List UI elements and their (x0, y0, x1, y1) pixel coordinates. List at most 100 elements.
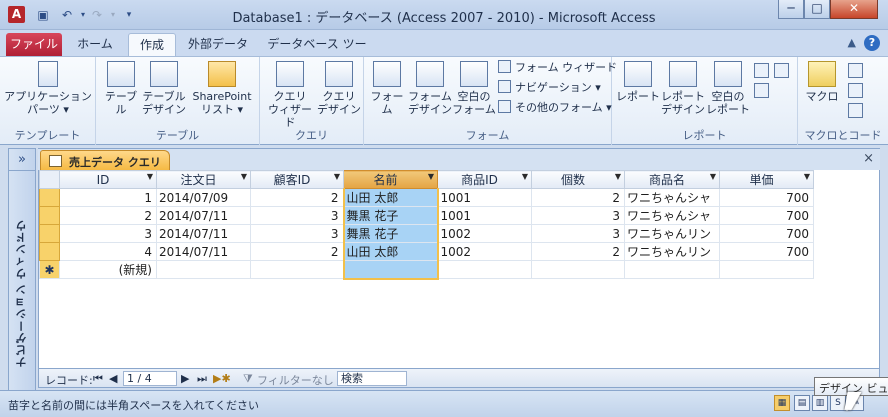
tab-database-tools[interactable]: データベース ツール (262, 33, 372, 73)
cell-empty[interactable] (719, 260, 814, 279)
close-button[interactable]: ✕ (830, 0, 878, 19)
macro-button[interactable]: マクロ (800, 59, 844, 103)
new-record-marker[interactable]: ✱ (39, 260, 60, 279)
tab-home[interactable]: ホーム (66, 33, 124, 56)
cell-empty[interactable] (531, 260, 625, 279)
column-header-customer-id[interactable]: 顧客ID ▼ (250, 170, 344, 189)
pivottable-view-icon[interactable]: ▤ (794, 395, 810, 411)
cell-customer-id[interactable]: 3 (250, 206, 344, 225)
form-design-button[interactable]: フォーム デザイン (408, 59, 452, 116)
cell-id[interactable]: 3 (59, 224, 157, 243)
cell-unit-price[interactable]: 700 (719, 206, 814, 225)
first-record-icon[interactable]: ⏮ (93, 372, 103, 386)
cell-empty[interactable] (250, 260, 344, 279)
cell-name-new[interactable] (342, 260, 439, 280)
query-wizard-button[interactable]: クエリ ウィザード (264, 59, 316, 129)
last-record-icon[interactable]: ⏭ (197, 372, 207, 386)
row-selector[interactable] (39, 242, 60, 261)
search-input[interactable]: 検索 (337, 371, 407, 386)
cell-empty[interactable] (437, 260, 532, 279)
select-all-corner[interactable] (39, 170, 60, 189)
cell-customer-id[interactable]: 2 (250, 188, 344, 207)
navigation-button[interactable]: ナビゲーション ▾ (498, 80, 601, 96)
sort-dropdown-icon[interactable]: ▼ (147, 172, 153, 181)
next-record-icon[interactable]: ▶ (181, 372, 189, 385)
datasheet-view-icon[interactable]: ▦ (774, 395, 790, 411)
sort-dropdown-icon[interactable]: ▼ (804, 172, 810, 181)
collapse-ribbon-icon[interactable]: ▲ (848, 36, 856, 49)
table-design-button[interactable]: テーブル デザイン (142, 59, 186, 116)
column-header-quantity[interactable]: 個数 ▼ (531, 170, 625, 189)
column-header-unit-price[interactable]: 単価 ▼ (719, 170, 814, 189)
cell-quantity[interactable]: 2 (531, 188, 625, 207)
cell-order-date[interactable]: 2014/07/11 (156, 224, 251, 243)
visual-basic-icon[interactable] (848, 103, 863, 118)
cell-name[interactable]: 山田 太郎 (342, 188, 439, 207)
labels-icon[interactable] (774, 63, 789, 78)
filter-icon[interactable]: ⧩ (243, 372, 253, 386)
form-button[interactable]: フォーム (366, 59, 408, 116)
report-wizard-icon[interactable] (754, 63, 769, 78)
cell-product-name[interactable]: ワニちゃんリン (624, 242, 720, 261)
cell-product-id[interactable]: 1001 (437, 188, 532, 207)
cell-order-date[interactable]: 2014/07/09 (156, 188, 251, 207)
cell-quantity[interactable]: 3 (531, 224, 625, 243)
sort-dropdown-icon[interactable]: ▼ (241, 172, 247, 181)
cell-id[interactable]: 2 (59, 206, 157, 225)
sort-dropdown-icon[interactable]: ▼ (522, 172, 528, 181)
new-record-icon[interactable]: ▶✱ (213, 372, 231, 385)
minimize-button[interactable]: ─ (778, 0, 804, 19)
cell-id[interactable]: 1 (59, 188, 157, 207)
no-filter-button[interactable]: フィルターなし (257, 372, 334, 388)
table-row[interactable]: 3 2014/07/11 3 舞黒 花子 1002 3 ワニちゃんリン 700 (39, 224, 814, 243)
pivotchart-view-icon[interactable]: ▥ (812, 395, 828, 411)
blank-form-button[interactable]: 空白の フォーム (452, 59, 496, 116)
cell-product-id[interactable]: 1002 (437, 242, 532, 261)
new-record-row[interactable]: ✱ (新規) (39, 260, 814, 280)
tab-file[interactable]: ファイル (6, 33, 62, 56)
class-module-icon[interactable] (848, 83, 863, 98)
table-row[interactable]: 4 2014/07/11 2 山田 太郎 1002 2 ワニちゃんリン 700 (39, 242, 814, 261)
cell-name[interactable]: 舞黒 花子 (342, 206, 439, 225)
previous-record-icon[interactable]: ◀ (109, 372, 117, 385)
cell-product-id[interactable]: 1002 (437, 224, 532, 243)
cell-id[interactable]: 4 (59, 242, 157, 261)
cell-name[interactable]: 山田 太郎 (342, 242, 439, 261)
cell-id-new[interactable]: (新規) (59, 260, 157, 279)
cell-name[interactable]: 舞黒 花子 (342, 224, 439, 243)
expand-nav-pane-icon[interactable]: » (9, 149, 35, 171)
cell-unit-price[interactable]: 700 (719, 188, 814, 207)
cell-customer-id[interactable]: 3 (250, 224, 344, 243)
cell-empty[interactable] (156, 260, 251, 279)
report-button[interactable]: レポート (616, 59, 660, 103)
application-parts-button[interactable]: アプリケーション パーツ ▾ (4, 59, 92, 116)
cell-product-name[interactable]: ワニちゃんシャ (624, 188, 720, 207)
cell-product-id[interactable]: 1001 (437, 206, 532, 225)
navigation-pane-label[interactable]: ナビゲーション ウィンドウ (14, 219, 30, 368)
close-document-icon[interactable]: × (863, 151, 874, 166)
column-header-product-name[interactable]: 商品名 ▼ (624, 170, 720, 189)
tab-external-data[interactable]: 外部データ (182, 33, 254, 56)
table-row[interactable]: 2 2014/07/11 3 舞黒 花子 1001 3 ワニちゃんシャ 700 (39, 206, 814, 225)
sort-dropdown-icon[interactable]: ▼ (710, 172, 716, 181)
sort-dropdown-icon[interactable]: ▼ (615, 172, 621, 181)
cell-unit-price[interactable]: 700 (719, 242, 814, 261)
tab-create[interactable]: 作成 (128, 33, 176, 56)
current-record-input[interactable]: 1 / 4 (123, 371, 177, 386)
cell-order-date[interactable]: 2014/07/11 (156, 242, 251, 261)
cell-product-name[interactable]: ワニちゃんリン (624, 224, 720, 243)
cell-product-name[interactable]: ワニちゃんシャ (624, 206, 720, 225)
row-selector[interactable] (39, 206, 60, 225)
column-header-order-date[interactable]: 注文日 ▼ (156, 170, 251, 189)
sort-dropdown-icon[interactable]: ▼ (334, 172, 340, 181)
report-design-button[interactable]: レポート デザイン (660, 59, 706, 116)
table-row[interactable]: 1 2014/07/09 2 山田 太郎 1001 2 ワニちゃんシャ 700 (39, 188, 814, 207)
row-selector[interactable] (39, 188, 60, 207)
form-wizard-button[interactable]: フォーム ウィザード (498, 60, 617, 76)
cell-unit-price[interactable]: 700 (719, 224, 814, 243)
report-extra-icon[interactable] (754, 83, 769, 98)
cell-empty[interactable] (624, 260, 720, 279)
query-design-button[interactable]: クエリ デザイン (316, 59, 362, 116)
row-selector[interactable] (39, 224, 60, 243)
cell-customer-id[interactable]: 2 (250, 242, 344, 261)
